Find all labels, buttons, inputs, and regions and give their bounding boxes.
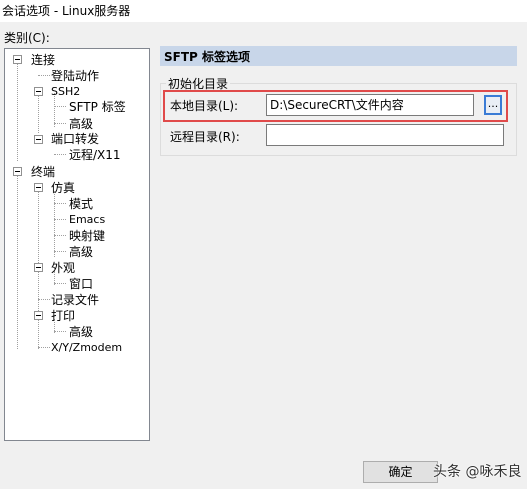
tree-item-login-actions[interactable]: 登陆动作	[51, 69, 99, 83]
tree-item-ssh2[interactable]: SSH2	[51, 85, 80, 99]
tree-item-remote-x11[interactable]: 远程/X11	[69, 148, 121, 162]
tree-item-window[interactable]: 窗口	[69, 277, 93, 291]
tree-item-emulation[interactable]: 仿真	[51, 181, 75, 195]
collapse-icon[interactable]	[34, 87, 43, 96]
collapse-icon[interactable]	[34, 135, 43, 144]
collapse-icon[interactable]	[34, 263, 43, 272]
section-title: SFTP 标签选项	[160, 46, 517, 66]
tree-item-emacs[interactable]: Emacs	[69, 213, 105, 227]
tree-item-sftp-tab[interactable]: SFTP 标签	[69, 100, 126, 114]
local-dir-input[interactable]: D:\SecureCRT\文件内容	[266, 94, 474, 116]
local-dir-label: 本地目录(L):	[170, 99, 239, 113]
group-title: 初始化目录	[166, 75, 231, 92]
collapse-icon[interactable]	[13, 55, 22, 64]
tree-item-xyzmodem[interactable]: X/Y/Zmodem	[51, 341, 122, 355]
tree-item-printing-advanced[interactable]: 高级	[69, 325, 93, 339]
remote-dir-input[interactable]	[266, 124, 504, 146]
ok-button[interactable]: 确定	[363, 461, 438, 483]
browse-button[interactable]: ...	[484, 95, 502, 115]
collapse-icon[interactable]	[34, 183, 43, 192]
tree-item-emulation-advanced[interactable]: 高级	[69, 245, 93, 259]
tree-item-port-forwarding[interactable]: 端口转发	[51, 132, 99, 146]
tree-item-mapped-keys[interactable]: 映射键	[69, 229, 105, 243]
title-bar: 会话选项 - Linux服务器	[0, 0, 527, 22]
remote-dir-label: 远程目录(R):	[170, 130, 240, 144]
tree-item-modes[interactable]: 模式	[69, 197, 93, 211]
tree-item-terminal[interactable]: 终端	[31, 165, 55, 179]
watermark: 头条 @咏禾良	[433, 464, 522, 480]
collapse-icon[interactable]	[13, 167, 22, 176]
category-label: 类别(C):	[4, 31, 50, 45]
tree-item-connection[interactable]: 连接	[31, 53, 55, 67]
tree-item-ssh2-advanced[interactable]: 高级	[69, 117, 93, 131]
tree-item-printing[interactable]: 打印	[51, 309, 75, 323]
tree-item-log-file[interactable]: 记录文件	[51, 293, 99, 307]
window-title: 会话选项 - Linux服务器	[2, 4, 131, 18]
tree-item-appearance[interactable]: 外观	[51, 261, 75, 275]
collapse-icon[interactable]	[34, 311, 43, 320]
category-tree[interactable]: 连接 登陆动作 SSH2 SFTP 标签 高级 端口转发 远程/X11 终端 仿…	[4, 48, 150, 441]
